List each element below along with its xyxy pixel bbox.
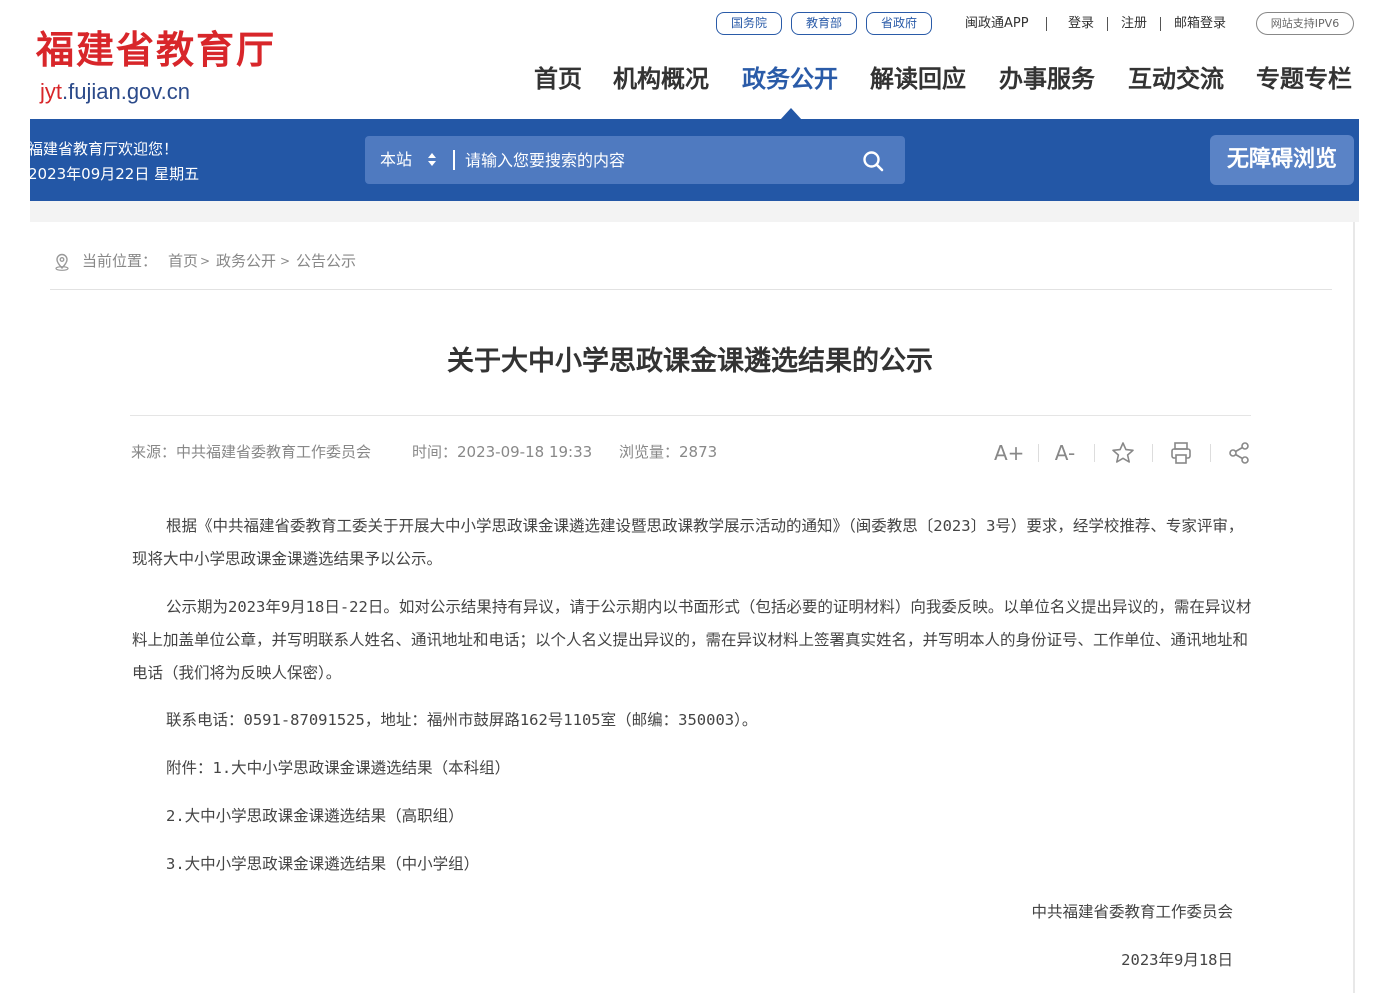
top-link-divider — [1046, 17, 1047, 31]
top-link-register[interactable]: 注册 — [1121, 12, 1147, 35]
header-band: 福建省教育厅欢迎您！ 2023年09月22日 星期五 本站 无障碍浏览 — [30, 119, 1359, 201]
nav-item-services[interactable]: 办事服务 — [999, 58, 1095, 100]
search-icon[interactable] — [861, 149, 885, 173]
main-nav: 首页 机构概况 政务公开 解读回应 办事服务 互动交流 专题专栏 — [0, 58, 1391, 102]
nav-item-interaction[interactable]: 互动交流 — [1128, 58, 1224, 100]
top-link-app[interactable]: 闽政通APP — [965, 12, 1029, 35]
article-paragraph: 公示期为2023年9月18日-22日。如对公示结果持有异议，请于公示期内以书面形… — [132, 598, 1252, 682]
top-link-divider — [1160, 17, 1161, 31]
attachment-link[interactable]: 3.大中小学思政课金课遴选结果（中小学组） — [166, 848, 479, 881]
content-top-gap — [30, 201, 1359, 222]
contact-info: 联系电话：0591-87091525，地址：福州市鼓屏路162号1105室（邮编… — [166, 711, 758, 729]
tool-divider — [1094, 444, 1095, 462]
sort-arrows-icon[interactable] — [427, 152, 437, 168]
article-views: 浏览量：2873 — [619, 443, 718, 461]
attachment-link[interactable]: 2.大中小学思政课金课遴选结果（高职组） — [166, 800, 464, 833]
breadcrumb-separator: > — [280, 254, 291, 268]
attachment-link[interactable]: 附件：1.大中小学思政课金课遴选结果（本科组） — [166, 752, 510, 785]
welcome-block: 福建省教育厅欢迎您！ 2023年09月22日 星期五 — [30, 137, 250, 187]
current-date: 2023年09月22日 星期五 — [30, 165, 200, 183]
tool-divider — [1210, 444, 1211, 462]
search-input[interactable] — [465, 144, 845, 176]
breadcrumb-separator: > — [200, 254, 211, 268]
article-tools: A+ A- — [990, 438, 1260, 468]
top-pill-guowuyuan[interactable]: 国务院 — [716, 12, 782, 35]
print-icon[interactable] — [1166, 438, 1196, 468]
signature-date: 2023年9月18日 — [1121, 951, 1233, 969]
ipv6-badge: 网站支持IPV6 — [1256, 12, 1354, 35]
article-title: 关于大中小学思政课金课遴选结果的公示 — [447, 346, 933, 377]
search-bar: 本站 — [365, 136, 905, 184]
tool-divider — [1038, 444, 1039, 462]
search-divider — [453, 150, 455, 170]
location-pin-icon — [55, 253, 69, 271]
share-icon[interactable] — [1224, 438, 1254, 468]
breadcrumb-item-home[interactable]: 首页 — [168, 249, 198, 273]
title-divider — [130, 415, 1251, 416]
nav-item-gov-affairs[interactable]: 政务公开 — [742, 58, 838, 100]
nav-item-about[interactable]: 机构概况 — [613, 58, 709, 100]
article-source: 来源：中共福建省委教育工作委员会 — [131, 443, 372, 461]
accessibility-button[interactable]: 无障碍浏览 — [1210, 135, 1354, 185]
font-increase-icon[interactable]: A+ — [994, 438, 1024, 468]
top-links-bar: 国务院 教育部 省政府 闽政通APP 登录 注册 邮箱登录 网站支持IPV6 — [0, 12, 1391, 36]
signature-org: 中共福建省委教育工作委员会 — [1031, 903, 1233, 921]
breadcrumb-label: 当前位置： — [82, 252, 158, 270]
welcome-text: 福建省教育厅欢迎您！ — [30, 140, 179, 158]
article-time: 时间：2023-09-18 19:33 — [412, 443, 593, 461]
article-paragraph: 根据《中共福建省委教育工委关于开展大中小学思政课金课遴选建设暨思政课教学展示活动… — [132, 517, 1244, 568]
nav-item-interpretation[interactable]: 解读回应 — [870, 58, 966, 100]
breadcrumb-item-notices[interactable]: 公告公示 — [296, 249, 356, 273]
search-scope-select[interactable]: 本站 — [380, 136, 412, 184]
top-link-mail-login[interactable]: 邮箱登录 — [1174, 12, 1226, 35]
font-decrease-icon[interactable]: A- — [1050, 438, 1080, 468]
top-link-divider — [1107, 17, 1108, 31]
favorite-star-icon[interactable] — [1108, 438, 1138, 468]
nav-item-topics[interactable]: 专题专栏 — [1256, 58, 1352, 100]
breadcrumb-item-gov-affairs[interactable]: 政务公开 — [216, 249, 276, 273]
breadcrumb-divider — [50, 289, 1332, 290]
nav-item-home[interactable]: 首页 — [534, 58, 582, 100]
top-pill-jiaoyubu[interactable]: 教育部 — [791, 12, 857, 35]
top-link-login[interactable]: 登录 — [1068, 12, 1094, 35]
tool-divider — [1152, 444, 1153, 462]
top-pill-shengzhengfu[interactable]: 省政府 — [866, 12, 932, 35]
